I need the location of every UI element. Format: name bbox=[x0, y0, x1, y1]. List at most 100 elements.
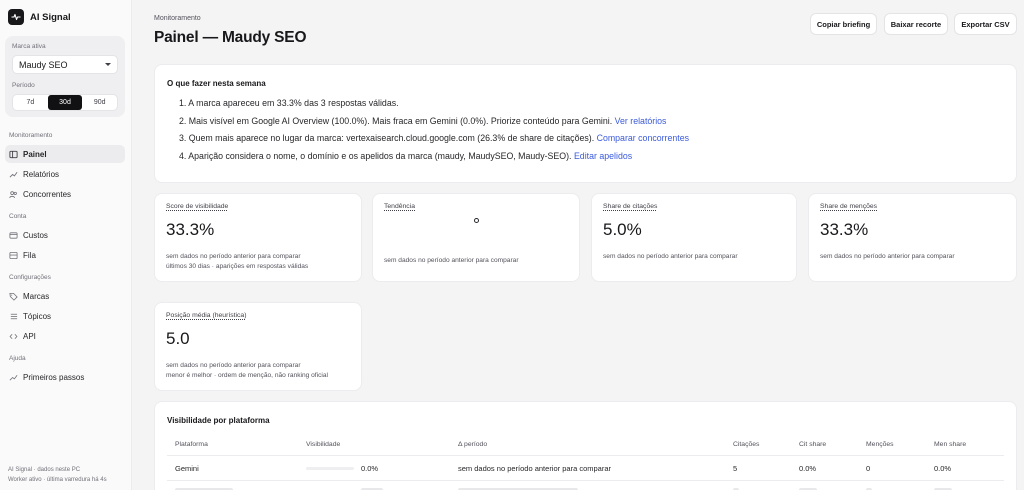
edit-aliases-link[interactable]: Editar apelidos bbox=[574, 151, 632, 161]
nav-section-ajuda: Ajuda bbox=[9, 355, 26, 362]
column-header: Δ período bbox=[458, 441, 488, 448]
sidebar-item-topicos[interactable]: Tópicos bbox=[5, 307, 125, 325]
period-30d[interactable]: 30d bbox=[47, 95, 83, 110]
mentions-value: 0 bbox=[866, 464, 871, 473]
column-header: Men share bbox=[934, 441, 967, 448]
trend-up-icon bbox=[9, 374, 18, 380]
compare-competitors-link[interactable]: Comparar concorrentes bbox=[597, 133, 689, 143]
sidebar-item-label: Concorrentes bbox=[23, 189, 72, 199]
sidebar-item-api[interactable]: API bbox=[5, 327, 125, 345]
sidebar-footer: AI Signal · dados neste PC Worker ativo … bbox=[8, 466, 107, 485]
copy-briefing-button[interactable]: Copiar briefing bbox=[810, 13, 877, 35]
citation-share-value: 0.0% bbox=[799, 464, 817, 473]
period-90d[interactable]: 90d bbox=[82, 95, 117, 110]
brand-select[interactable]: Maudy SEO bbox=[12, 55, 118, 74]
metric-card-visibility-score: Score de visibilidade 33.3% sem dados no… bbox=[154, 193, 362, 282]
brand-select-label: Marca ativa bbox=[12, 43, 46, 50]
metric-label: Score de visibilidade bbox=[166, 203, 229, 210]
queue-icon bbox=[9, 251, 18, 259]
metric-note: últimos 30 dias · aparições em respostas… bbox=[166, 263, 309, 270]
platform-visibility-table: Visibilidade por plataforma Plataforma V… bbox=[154, 401, 1017, 490]
footer-storage-note: AI Signal · dados neste PC bbox=[8, 467, 81, 473]
code-icon bbox=[9, 333, 18, 339]
sidebar-item-marcas[interactable]: Marcas bbox=[5, 287, 125, 305]
metric-card-citation-share: Share de citações 5.0% sem dados no perí… bbox=[591, 193, 797, 282]
visibility-value: 0.0% bbox=[361, 464, 379, 473]
app-brand[interactable]: AI Signal bbox=[8, 9, 71, 25]
platform-name: Gemini bbox=[175, 464, 199, 473]
metric-value: 5.0 bbox=[166, 329, 190, 348]
metric-label: Posição média (heurística) bbox=[166, 312, 247, 319]
brand-period-panel: Marca ativa Maudy SEO Período 7d 30d 90d bbox=[5, 36, 125, 117]
metric-card-average-position: Posição média (heurística) 5.0 sem dados… bbox=[154, 302, 362, 391]
period-label: Período bbox=[12, 82, 35, 89]
delta-value: sem dados no período anterior para compa… bbox=[458, 464, 612, 473]
sidebar-item-concorrentes[interactable]: Concorrentes bbox=[5, 185, 125, 203]
sidebar-item-label: Relatórios bbox=[23, 169, 60, 179]
period-toggle: 7d 30d 90d bbox=[12, 94, 118, 111]
list-item: 2. Mais visível em Google AI Overview (1… bbox=[179, 115, 667, 126]
sidebar-item-relatorios[interactable]: Relatórios bbox=[5, 165, 125, 183]
chart-line-icon bbox=[9, 171, 18, 178]
row-divider bbox=[167, 480, 1004, 481]
users-icon bbox=[9, 190, 17, 198]
citations-value: 5 bbox=[733, 464, 738, 473]
metric-value: 33.3% bbox=[166, 220, 215, 239]
sidebar-item-painel[interactable]: Painel bbox=[5, 145, 125, 163]
list-item: 4. Aparição considera o nome, o domínio … bbox=[179, 151, 633, 162]
metric-value: 33.3% bbox=[820, 220, 869, 239]
list-icon bbox=[10, 313, 18, 319]
column-header: Cit share bbox=[799, 441, 827, 448]
metric-comparison: sem dados no período anterior para compa… bbox=[166, 362, 301, 369]
download-cut-button[interactable]: Baixar recorte bbox=[884, 13, 948, 35]
metric-comparison: sem dados no período anterior para compa… bbox=[166, 253, 301, 260]
metric-label: Share de menções bbox=[820, 203, 878, 210]
brand-select-value: Maudy SEO bbox=[19, 59, 68, 70]
metric-value: 5.0% bbox=[603, 220, 642, 239]
view-reports-link[interactable]: Ver relatórios bbox=[615, 116, 667, 126]
sidebar-item-custos[interactable]: Custos bbox=[5, 226, 125, 244]
column-header: Menções bbox=[866, 441, 894, 448]
weekly-actions-title: O que fazer nesta semana bbox=[167, 79, 266, 88]
credit-card-icon bbox=[9, 231, 18, 239]
visibility-bar bbox=[306, 467, 354, 470]
weekly-actions-card: O que fazer nesta semana 1. A marca apar… bbox=[154, 64, 1017, 183]
sidebar-item-label: Primeiros passos bbox=[23, 372, 85, 382]
footer-worker-status: Worker ativo · última varredura há 4s bbox=[8, 476, 107, 483]
nav-section-conta: Conta bbox=[9, 213, 27, 220]
weekly-actions-list: 1. A marca apareceu em 33.3% das 3 respo… bbox=[179, 98, 689, 169]
nav-section-configuracoes: Configurações bbox=[9, 274, 51, 281]
sidebar-item-label: Fila bbox=[23, 250, 36, 260]
sidebar-item-label: API bbox=[23, 331, 36, 341]
sidebar-item-primeiros-passos[interactable]: Primeiros passos bbox=[5, 368, 125, 386]
metric-card-mention-share: Share de menções 33.3% sem dados no perí… bbox=[808, 193, 1017, 282]
export-csv-button[interactable]: Exportar CSV bbox=[954, 13, 1017, 35]
sidebar-item-label: Tópicos bbox=[23, 311, 52, 321]
breadcrumb: Monitoramento bbox=[154, 15, 201, 22]
metric-comparison: sem dados no período anterior para compa… bbox=[820, 253, 955, 260]
metric-comparison: sem dados no período anterior para compa… bbox=[603, 253, 738, 260]
column-header: Visibilidade bbox=[306, 441, 341, 448]
sidebar-item-fila[interactable]: Fila bbox=[5, 246, 125, 264]
sidebar: AI Signal Marca ativa Maudy SEO Período … bbox=[0, 0, 132, 490]
tag-icon bbox=[9, 292, 18, 301]
period-7d[interactable]: 7d bbox=[13, 95, 48, 110]
metric-card-trend: Tendência sem dados no período anterior … bbox=[372, 193, 580, 282]
header-divider bbox=[167, 455, 1004, 456]
chevron-down-icon bbox=[105, 63, 111, 66]
column-header: Plataforma bbox=[175, 441, 208, 448]
sidebar-item-label: Marcas bbox=[23, 291, 50, 301]
metric-label: Share de citações bbox=[603, 203, 658, 210]
column-header: Citações bbox=[733, 441, 760, 448]
pulse-logo-icon bbox=[8, 9, 24, 25]
empty-trend-dot-icon bbox=[474, 218, 479, 223]
nav-section-monitoramento: Monitoramento bbox=[9, 132, 53, 139]
table-title: Visibilidade por plataforma bbox=[167, 416, 270, 425]
list-item: 3. Quem mais aparece no lugar da marca: … bbox=[179, 133, 689, 144]
page-title: Painel — Maudy SEO bbox=[154, 29, 307, 46]
sidebar-item-label: Painel bbox=[23, 149, 47, 159]
sidebar-item-label: Custos bbox=[23, 230, 48, 240]
mention-share-value: 0.0% bbox=[934, 464, 952, 473]
metric-note: menor é melhor · ordem de menção, não ra… bbox=[166, 372, 328, 379]
app-name: AI Signal bbox=[30, 11, 71, 23]
